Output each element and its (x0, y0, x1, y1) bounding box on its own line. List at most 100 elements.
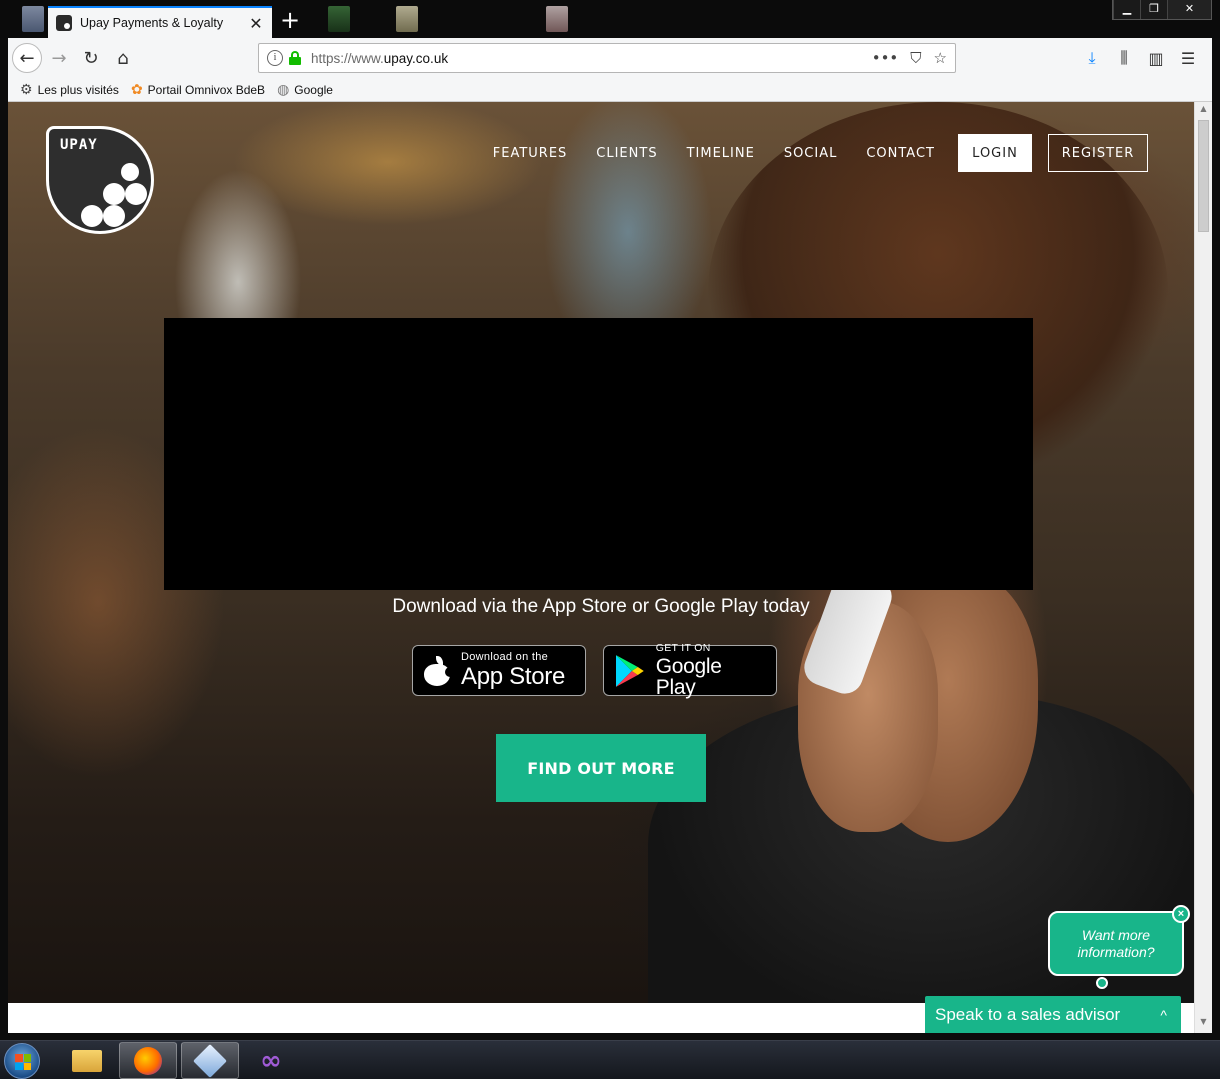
lock-icon (289, 51, 301, 65)
app-store-small-text: Download on the (461, 651, 549, 663)
pocket-icon[interactable]: ⛉ (910, 49, 921, 67)
tab-strip: Upay Payments & Loyalty ✕ + ▁ ❐ ✕ (0, 0, 1220, 38)
page-scrollbar[interactable]: ▲ ▼ (1194, 102, 1212, 1033)
nav-contact[interactable]: CONTACT (866, 146, 935, 161)
app-store-big-text: App Store (461, 663, 566, 690)
tab-title: Upay Payments & Loyalty (80, 16, 224, 30)
maximize-button[interactable]: ❐ (1140, 0, 1167, 19)
folder-icon (72, 1049, 102, 1072)
toolbar-right: ⤓ ⫼ ▥ ☰ (1076, 38, 1204, 78)
site-nav: FEATURES CLIENTS TIMELINE SOCIAL CONTACT… (493, 134, 1194, 172)
library-icon[interactable]: ⫼ (1108, 48, 1140, 68)
taskbar-firefox[interactable] (119, 1042, 177, 1079)
reload-icon: ↻ (83, 47, 99, 69)
upay-logo[interactable]: UPAY (46, 126, 154, 234)
hero-section: UPAY FEATURES CLIENTS TIMELINE SOCIAL CO… (8, 102, 1194, 1003)
logo-dot (103, 205, 125, 227)
taskbar-file-explorer[interactable] (58, 1042, 116, 1079)
url-bar[interactable]: i https://www.upay.co.uk ••• ⛉ ☆ (258, 43, 956, 73)
logo-dot (121, 163, 139, 181)
google-play-big-text: Google Play (655, 654, 722, 699)
logo-dot (103, 183, 125, 205)
bookmark-omnivox[interactable]: ✿ Portail Omnivox BdeB (131, 81, 265, 98)
google-play-icon (615, 654, 644, 687)
arrow-left-icon: ← (19, 47, 35, 69)
bookmarks-toolbar: ⚙ Les plus visités ✿ Portail Omnivox Bde… (8, 78, 1212, 102)
apple-icon (423, 655, 455, 686)
login-button[interactable]: LOGIN (958, 134, 1032, 172)
sales-chat-label: Speak to a sales advisor (935, 1004, 1121, 1024)
chat-prompt-text: Want more information? (1077, 927, 1154, 961)
taskbar-virtualbox[interactable] (181, 1042, 239, 1079)
bookmark-label: Les plus visités (37, 82, 119, 97)
new-tab-button[interactable]: + (280, 6, 300, 34)
chat-bubble-tail (1096, 977, 1108, 989)
globe-icon: ◍ (277, 81, 290, 97)
flower-icon: ✿ (130, 81, 143, 97)
browser-window: Upay Payments & Loyalty ✕ + ▁ ❐ ✕ ← → ↻ … (0, 0, 1220, 1040)
google-play-small-text: GET IT ON (655, 642, 711, 655)
page-viewport: UPAY FEATURES CLIENTS TIMELINE SOCIAL CO… (8, 102, 1194, 1033)
bookmark-google[interactable]: ◍ Google (277, 81, 333, 98)
visual-studio-icon: ∞ (260, 1045, 282, 1076)
blurred-tab-thumbnail (328, 6, 350, 32)
app-store-badge[interactable]: Download on the App Store (412, 645, 586, 696)
blurred-tab-thumbnail (546, 6, 568, 32)
home-icon: ⌂ (117, 47, 129, 69)
bookmark-label: Google (294, 82, 333, 97)
url-text[interactable]: https://www.upay.co.uk (311, 51, 860, 66)
register-button[interactable]: REGISTER (1048, 134, 1148, 172)
logo-dot (81, 205, 103, 227)
site-info-icon[interactable]: i (267, 50, 283, 66)
windows-logo-icon (15, 1054, 31, 1070)
menu-icon[interactable]: ☰ (1172, 49, 1204, 68)
sidebar-icon[interactable]: ▥ (1140, 49, 1172, 68)
chat-prompt-line1: Want more (1081, 926, 1151, 943)
tab-close-icon[interactable]: ✕ (248, 14, 264, 33)
chat-prompt-bubble[interactable]: Want more information? × (1048, 905, 1190, 976)
url-domain: upay.co.uk (383, 50, 449, 66)
redacted-region (164, 318, 1033, 590)
taskbar: ∞ (0, 1040, 1220, 1079)
blurred-tab-thumbnail (22, 6, 44, 32)
bookmark-label: Portail Omnivox BdeB (147, 82, 266, 97)
google-play-badge[interactable]: GET IT ON Google Play (603, 642, 777, 699)
tab-upay[interactable]: Upay Payments & Loyalty ✕ (48, 6, 272, 38)
chat-prompt-line2: information? (1077, 943, 1155, 960)
upay-favicon-icon (56, 15, 72, 31)
nav-timeline[interactable]: TIMELINE (687, 146, 755, 161)
url-prefix: https://www. (311, 50, 384, 66)
blurred-tab-thumbnail (396, 6, 418, 32)
home-button[interactable]: ⌂ (108, 43, 138, 73)
find-out-more-button[interactable]: FIND OUT MORE (496, 734, 706, 802)
nav-clients[interactable]: CLIENTS (596, 146, 657, 161)
chevron-up-icon[interactable]: ^ (1160, 1007, 1167, 1023)
logo-dot (125, 183, 147, 205)
bookmark-star-icon[interactable]: ☆ (934, 49, 947, 67)
minimize-button[interactable]: ▁ (1113, 0, 1140, 19)
reload-button[interactable]: ↻ (76, 43, 106, 73)
window-controls: ▁ ❐ ✕ (1112, 0, 1212, 20)
sales-chat-bar[interactable]: Speak to a sales advisor ^ (925, 996, 1181, 1033)
hero-tagline: Download via the App Store or Google Pla… (392, 596, 810, 617)
nav-features[interactable]: FEATURES (493, 146, 568, 161)
download-icon[interactable]: ⤓ (1076, 48, 1108, 68)
start-button[interactable] (4, 1043, 40, 1079)
cube-icon (193, 1043, 227, 1078)
arrow-right-icon: → (51, 47, 67, 69)
scrollbar-thumb[interactable] (1198, 120, 1209, 232)
nav-social[interactable]: SOCIAL (784, 146, 838, 161)
scroll-down-arrow-icon[interactable]: ▼ (1195, 1017, 1212, 1031)
forward-button[interactable]: → (44, 43, 74, 73)
taskbar-visual-studio[interactable]: ∞ (242, 1042, 300, 1079)
page-actions-button[interactable]: ••• (872, 49, 899, 67)
scroll-up-arrow-icon[interactable]: ▲ (1195, 104, 1212, 118)
close-window-button[interactable]: ✕ (1167, 0, 1211, 19)
gear-icon: ⚙ (20, 81, 33, 97)
navigation-toolbar: ← → ↻ ⌂ i https://www.upay.co.uk ••• ⛉ ☆… (8, 38, 1212, 78)
back-button[interactable]: ← (12, 43, 42, 73)
chat-bubble-close-icon[interactable]: × (1172, 905, 1190, 923)
firefox-icon (134, 1046, 162, 1075)
bookmark-most-visited[interactable]: ⚙ Les plus visités (20, 81, 119, 98)
logo-text: UPAY (60, 137, 98, 153)
